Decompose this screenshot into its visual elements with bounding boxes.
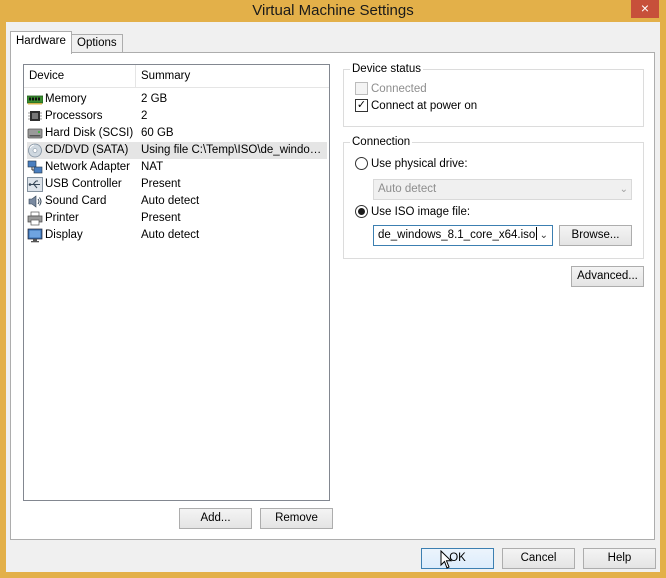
checkmark-icon: ✓ — [356, 99, 367, 111]
cancel-button[interactable]: Cancel — [502, 548, 575, 569]
help-button[interactable]: Help — [583, 548, 656, 569]
device-name: USB Controller — [45, 178, 122, 190]
device-row-sound-card[interactable]: Sound Card Auto detect — [27, 193, 327, 210]
device-summary: Auto detect — [141, 229, 200, 241]
device-name: Display — [45, 229, 83, 241]
window-title: Virtual Machine Settings — [252, 2, 414, 19]
device-row-cd-dvd[interactable]: CD/DVD (SATA) Using file C:\Temp\ISO\de_… — [27, 142, 327, 159]
tab-options-label: Options — [77, 37, 117, 49]
connect-at-power-on-label: Connect at power on — [371, 100, 478, 112]
title-bar: Virtual Machine Settings × — [0, 0, 666, 22]
connection-title: Connection — [350, 135, 413, 149]
connect-at-power-on-checkbox[interactable]: ✓ — [355, 99, 368, 112]
dialog-body: Hardware Options Device Summary Memory 2… — [6, 22, 660, 572]
device-name: Printer — [45, 212, 79, 224]
connection-group: Connection Use physical drive: Auto dete… — [343, 135, 644, 259]
device-status-title: Device status — [350, 62, 424, 76]
device-name: Processors — [45, 110, 103, 122]
hardware-tab-panel: Device Summary Memory 2 GB Processors 2 — [10, 52, 655, 540]
iso-image-path-value: de_windows_8.1_core_x64.iso — [378, 229, 536, 241]
tab-options[interactable]: Options — [71, 34, 123, 53]
device-row-hard-disk[interactable]: Hard Disk (SCSI) 60 GB — [27, 125, 327, 142]
device-summary: 2 — [141, 110, 148, 122]
device-name: Network Adapter — [45, 161, 131, 173]
memory-icon — [26, 92, 44, 107]
iso-image-path-combobox[interactable]: de_windows_8.1_core_x64.iso ⌄ — [373, 225, 553, 246]
hard-disk-icon — [27, 126, 43, 141]
remove-device-button[interactable]: Remove — [260, 508, 333, 529]
usb-controller-icon — [27, 177, 43, 192]
column-header-device[interactable]: Device — [24, 65, 136, 88]
use-physical-drive-radio[interactable] — [355, 157, 368, 170]
device-summary: 2 GB — [141, 93, 168, 105]
device-row-memory[interactable]: Memory 2 GB — [26, 91, 327, 108]
tab-hardware-label: Hardware — [16, 35, 66, 47]
device-status-group: Device status Connected ✓ Connect at pow… — [343, 62, 644, 127]
device-row-printer[interactable]: Printer Present — [27, 210, 327, 227]
device-summary: Present — [141, 178, 181, 190]
advanced-button[interactable]: Advanced... — [571, 266, 644, 287]
device-name: Memory — [45, 93, 87, 105]
device-list-header: Device Summary — [24, 65, 329, 88]
close-button[interactable]: × — [631, 0, 659, 18]
device-list[interactable]: Device Summary Memory 2 GB Processors 2 — [23, 64, 330, 501]
printer-icon — [27, 211, 43, 226]
browse-button[interactable]: Browse... — [559, 225, 632, 246]
use-iso-image-label: Use ISO image file: — [371, 206, 471, 218]
device-row-network-adapter[interactable]: Network Adapter NAT — [27, 159, 327, 176]
connected-label: Connected — [371, 83, 427, 95]
close-icon: × — [640, 0, 650, 16]
ok-button[interactable]: OK — [421, 548, 494, 569]
display-icon — [27, 228, 43, 243]
device-name: CD/DVD (SATA) — [45, 144, 129, 156]
column-header-summary[interactable]: Summary — [136, 65, 329, 88]
chevron-down-icon[interactable]: ⌄ — [540, 226, 548, 245]
chevron-down-icon: ⌄ — [619, 184, 628, 195]
physical-drive-value: Auto detect — [378, 183, 437, 195]
device-summary: Auto detect — [141, 195, 200, 207]
use-iso-image-radio[interactable] — [355, 205, 368, 218]
device-name: Sound Card — [45, 195, 107, 207]
cd-dvd-icon — [27, 143, 43, 158]
sound-card-icon — [27, 194, 43, 209]
device-summary: Using file C:\Temp\ISO\de_windows_8.1_co… — [141, 144, 325, 156]
use-physical-drive-label: Use physical drive: — [371, 158, 468, 170]
device-summary: 60 GB — [141, 127, 174, 139]
device-row-display[interactable]: Display Auto detect — [27, 227, 327, 244]
mouse-cursor-icon — [440, 549, 454, 570]
device-row-processors[interactable]: Processors 2 — [27, 108, 327, 125]
processor-icon — [27, 109, 43, 124]
device-summary: Present — [141, 212, 181, 224]
network-adapter-icon — [27, 160, 43, 175]
tab-hardware[interactable]: Hardware — [10, 31, 72, 54]
text-caret — [536, 227, 538, 240]
physical-drive-select[interactable]: Auto detect ⌄ — [373, 179, 632, 200]
device-name: Hard Disk (SCSI) — [45, 127, 134, 139]
connected-checkbox[interactable] — [355, 82, 368, 95]
add-device-button[interactable]: Add... — [179, 508, 252, 529]
device-summary: NAT — [141, 161, 164, 173]
device-row-usb-controller[interactable]: USB Controller Present — [27, 176, 327, 193]
